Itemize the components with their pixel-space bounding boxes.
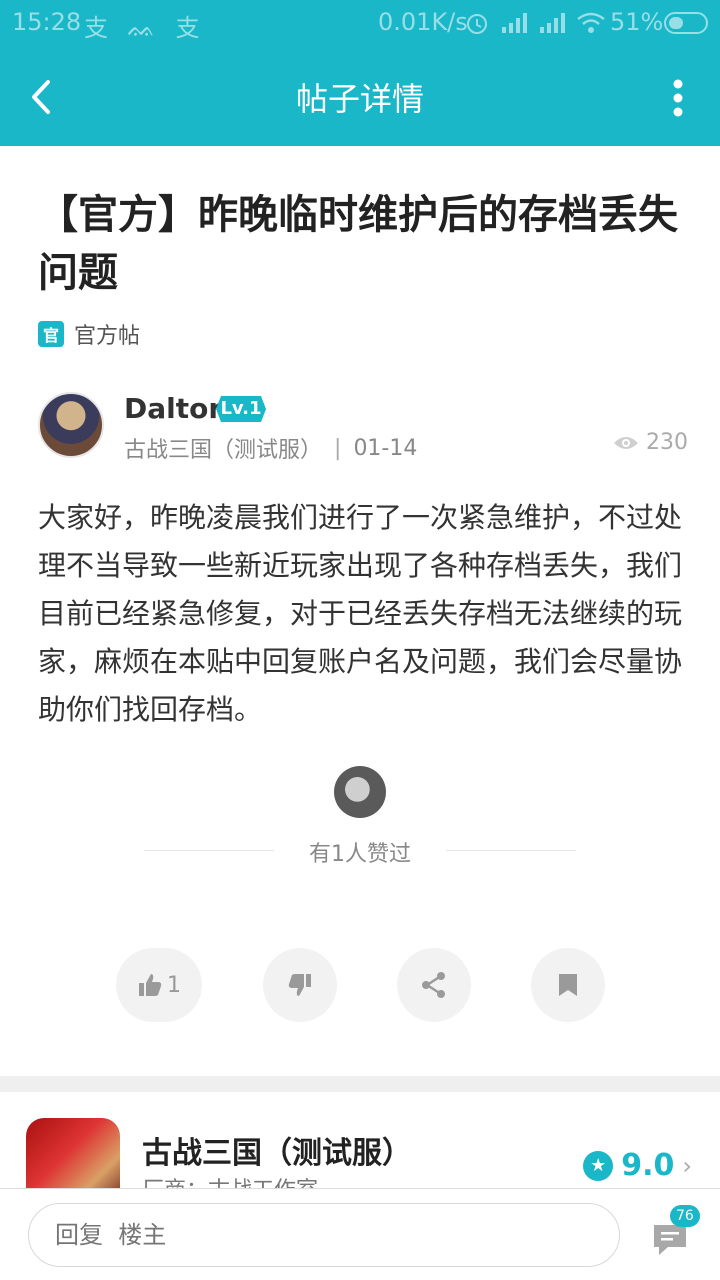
post-body: 大家好，昨晚凌晨我们进行了一次紧急维护，不过处理不当导致一些新近玩家出现了各种存…	[38, 501, 683, 726]
game-card[interactable]: 古战三国（测试服） 厂商：古战工作室 ★ 9.0 ›	[0, 1092, 720, 1212]
author-level-badge: Lv.1	[216, 396, 266, 422]
signal-icon	[502, 13, 527, 33]
dislike-button[interactable]	[263, 948, 337, 1022]
star-icon: ★	[583, 1150, 614, 1181]
official-tag-label: 官方帖	[74, 324, 141, 349]
like-button[interactable]: 1	[116, 948, 202, 1022]
battery-percent: 51%	[610, 8, 664, 36]
status-time: 15:28	[12, 8, 82, 36]
battery-icon	[664, 12, 708, 34]
section-divider	[0, 1076, 720, 1092]
official-badge: 官	[38, 321, 64, 347]
more-vertical-icon[interactable]	[672, 78, 684, 118]
view-count-value: 230	[646, 430, 688, 455]
status-bar: 15:28 支 ᨐ 支 0.01K/s 51%	[0, 0, 720, 48]
author-row: Dalton Lv.1 古战三国（测试服） | 01-14 230	[38, 390, 688, 464]
like-count: 1	[167, 972, 181, 998]
meta-separator: |	[334, 435, 342, 461]
thumbs-down-icon	[288, 974, 311, 996]
divider-line-right	[446, 850, 576, 851]
game-name: 古战三国（测试服）	[142, 1136, 412, 1171]
wifi-icon	[577, 12, 605, 33]
comment-count-badge: 76	[670, 1205, 700, 1227]
post-title: 【官方】昨晚临时维护后的存档丢失问题	[38, 192, 678, 296]
author-meta: 古战三国（测试服） | 01-14	[124, 432, 417, 464]
alarm-icon	[467, 14, 487, 34]
view-count: 230	[612, 430, 688, 455]
official-tag: 官 官方帖	[38, 318, 140, 350]
author-avatar[interactable]	[38, 392, 104, 458]
status-icons	[464, 10, 606, 36]
share-icon	[422, 972, 445, 998]
app-screen: 15:28 支 ᨐ 支 0.01K/s 51% 帖子详情 【官方】昨晚临时维护后…	[0, 0, 720, 1280]
eye-icon	[614, 436, 638, 449]
author-name[interactable]: Dalton	[124, 392, 228, 425]
chevron-right-icon: ›	[682, 1151, 692, 1180]
game-rating-value: 9.0	[621, 1148, 675, 1183]
notification-icons: 支 ᨐ 支	[84, 14, 206, 42]
net-speed: 0.01K/s	[378, 8, 468, 36]
thumbs-up-icon	[139, 974, 162, 996]
liker-avatar[interactable]	[334, 766, 386, 818]
game-rating: ★ 9.0 ›	[583, 1148, 692, 1183]
liked-by-section: 有1人赞过	[0, 766, 720, 876]
liked-count-text: 有1人赞过	[309, 842, 411, 867]
app-bar: 帖子详情	[0, 48, 720, 146]
bookmark-button[interactable]	[531, 948, 605, 1022]
reply-input[interactable]	[28, 1203, 620, 1267]
signal-hd-icon	[540, 13, 565, 33]
page-title: 帖子详情	[295, 80, 424, 118]
author-server: 古战三国（测试服）	[124, 438, 323, 463]
reply-bar: 76	[0, 1188, 720, 1280]
post-date: 01-14	[353, 435, 418, 461]
share-button[interactable]	[397, 948, 471, 1022]
bookmark-icon	[559, 974, 577, 996]
post-actions: 1	[116, 948, 606, 1022]
